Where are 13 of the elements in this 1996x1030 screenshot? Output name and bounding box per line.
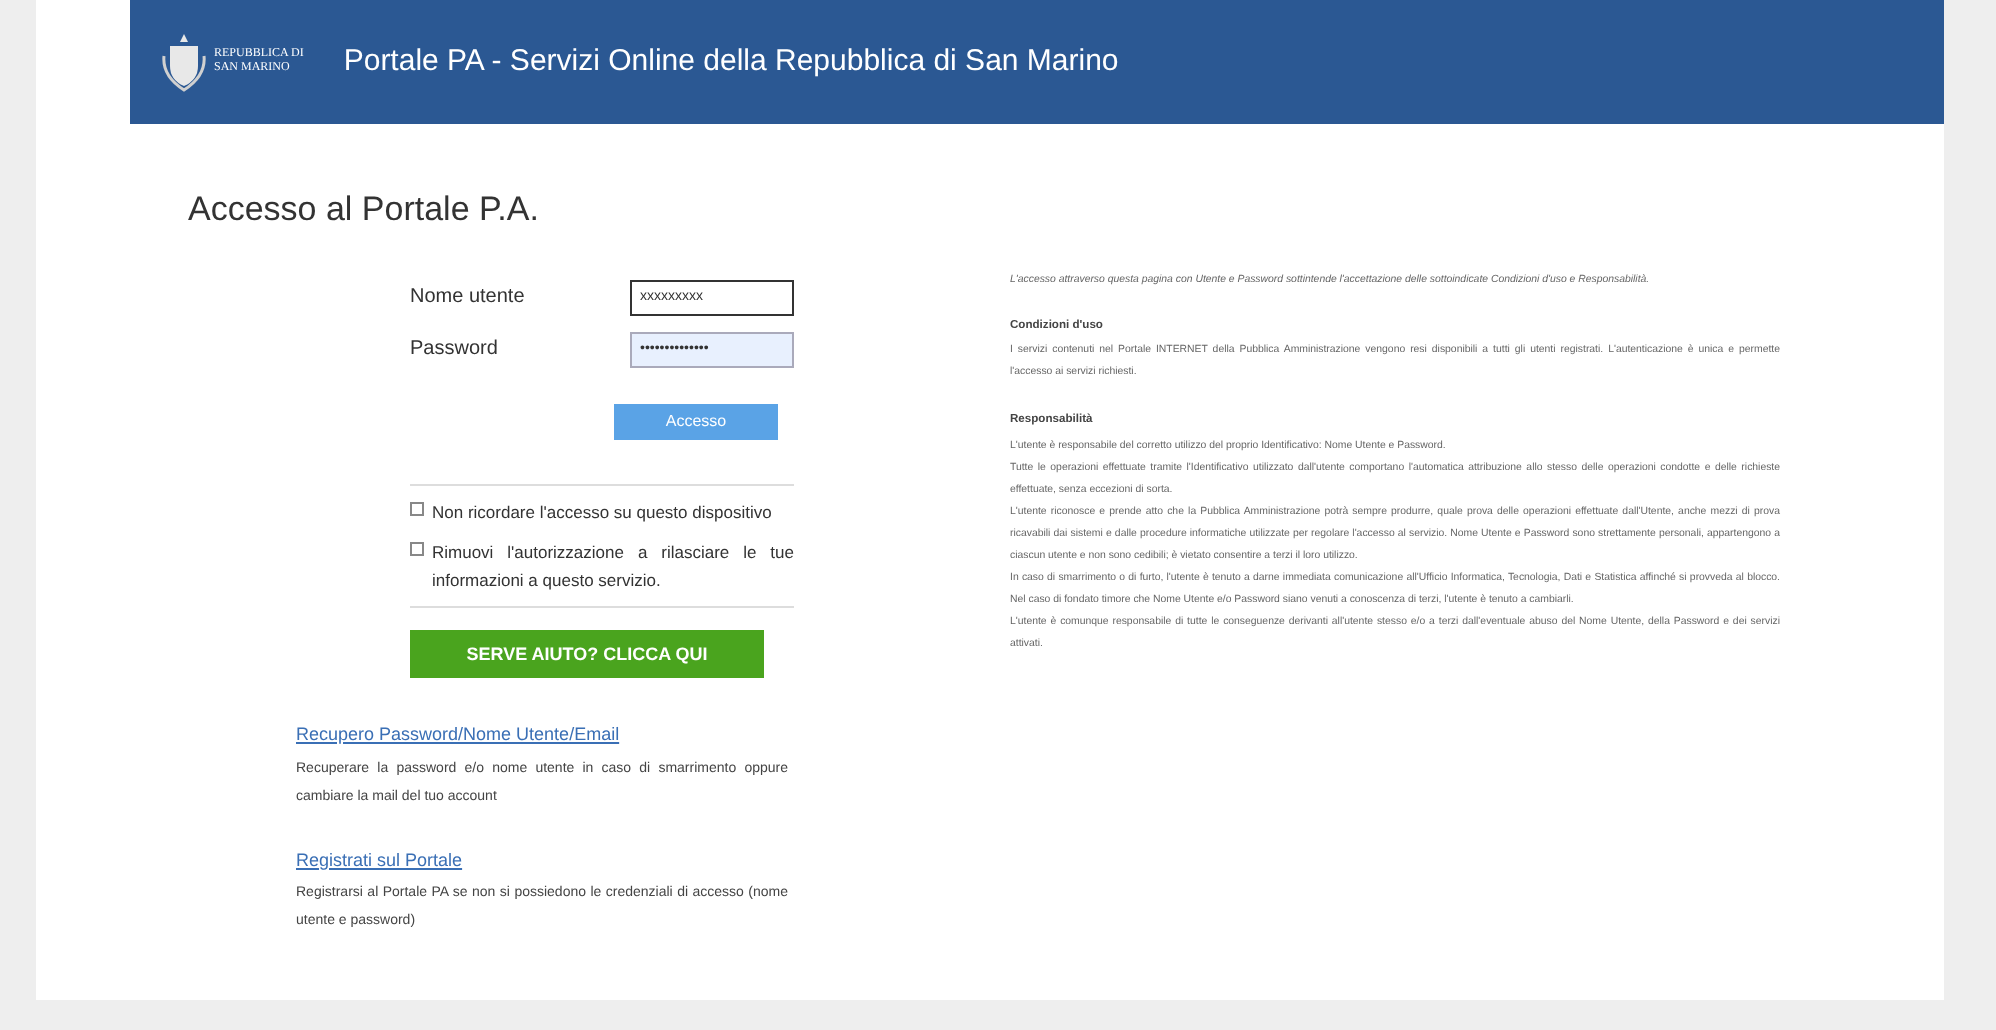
header-title: Portale PA - Servizi Online della Repubblica di San Marino xyxy=(343,41,1119,82)
link[interactable]: Recupero Password/Nome Utente/Email xyxy=(296,722,620,750)
field-label: Nome utente xyxy=(410,284,525,312)
checkbox-label: Rimuovi l'autorizzazione a rilasciare le tue informazioni a questo servizio. xyxy=(432,539,794,593)
checkbox-label: Non ricordare l'accesso su questo dispositivo xyxy=(432,499,772,525)
crest-icon xyxy=(162,32,206,92)
field-label: Password xyxy=(410,336,498,364)
checkbox[interactable] xyxy=(410,541,424,555)
link[interactable]: Registrati sul Portale xyxy=(296,847,463,875)
page-heading: Accesso al Portale P.A. xyxy=(188,188,541,232)
help-button[interactable]: SERVE AIUTO? CLICCA QUI xyxy=(410,630,764,679)
login-button[interactable]: Accesso xyxy=(614,403,778,439)
checkbox[interactable] xyxy=(410,501,424,515)
